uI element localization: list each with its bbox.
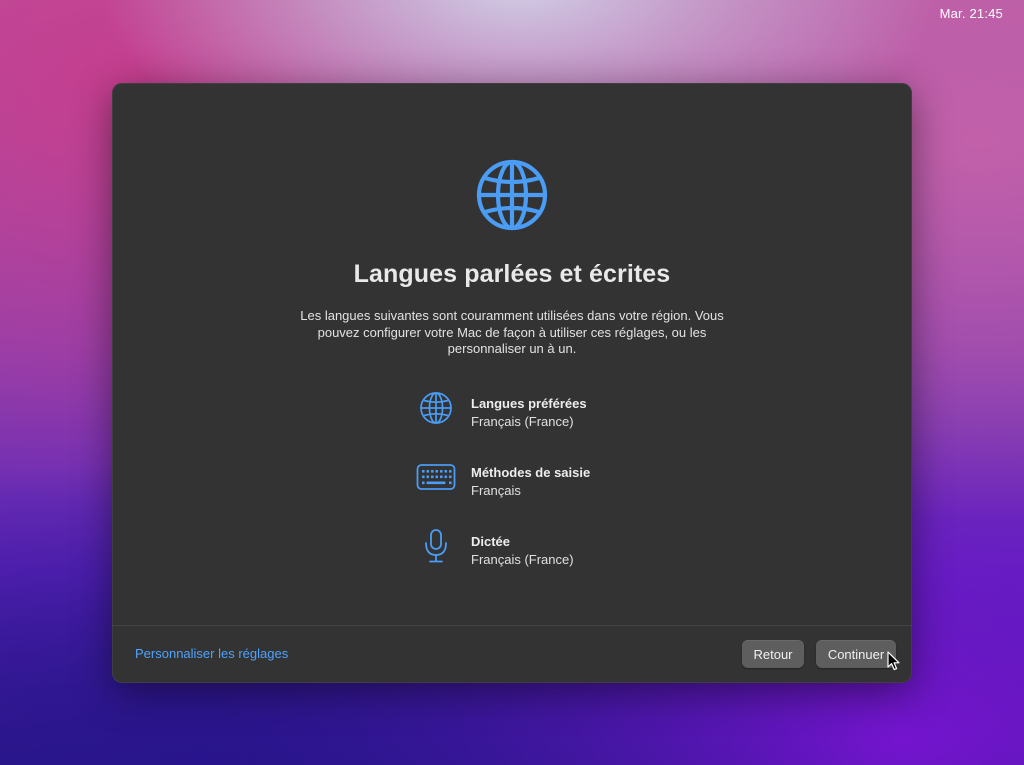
setting-title: Méthodes de saisie xyxy=(471,465,591,480)
globe-icon xyxy=(412,388,460,428)
customize-settings-link[interactable]: Personnaliser les réglages xyxy=(135,646,288,661)
continue-button[interactable]: Continuer xyxy=(816,640,896,668)
setting-value: Français (France) xyxy=(471,414,574,429)
footer-divider xyxy=(112,625,912,626)
setting-value: Français xyxy=(471,483,521,498)
desktop-background: Mar. 21:45 Langues parlées et écrites Le… xyxy=(0,0,1024,765)
microphone-icon xyxy=(412,526,460,566)
menubar-clock[interactable]: Mar. 21:45 xyxy=(940,6,1003,21)
setup-assistant-window: Langues parlées et écrites Les langues s… xyxy=(112,83,912,683)
page-title: Langues parlées et écrites xyxy=(353,260,671,288)
keyboard-icon xyxy=(412,457,460,497)
mouse-pointer-icon xyxy=(887,651,901,671)
setting-title: Langues préférées xyxy=(471,396,587,411)
setting-title: Dictée xyxy=(471,534,511,549)
page-description: Les langues suivantes sont couramment ut… xyxy=(300,308,724,356)
setting-row-preferred-languages: Langues préférées Français (France) xyxy=(412,388,732,432)
setting-row-dictation: Dictée Français (France) xyxy=(412,526,732,570)
setting-value: Français (France) xyxy=(471,552,574,567)
globe-icon xyxy=(475,158,549,232)
setting-row-input-sources: Méthodes de saisie Français xyxy=(412,457,732,501)
back-button[interactable]: Retour xyxy=(742,640,804,668)
